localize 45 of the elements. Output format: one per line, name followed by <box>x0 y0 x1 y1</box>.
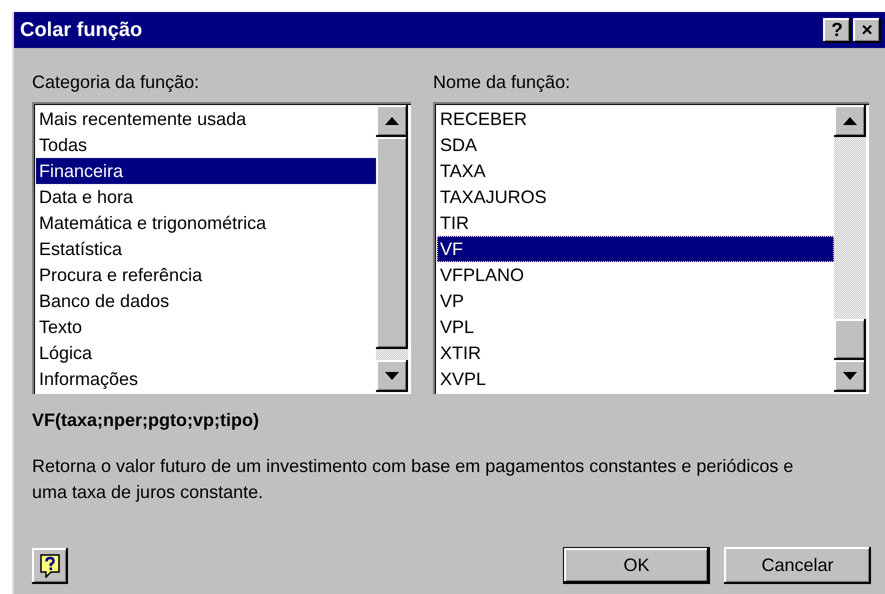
scrollbar[interactable] <box>834 105 866 392</box>
list-label: Nome da função: <box>433 72 572 93</box>
help-balloon-icon <box>39 554 61 578</box>
close-button[interactable]: × <box>853 18 881 42</box>
scrollbar[interactable] <box>376 105 408 392</box>
list-item[interactable]: RECEBER <box>437 106 834 132</box>
list-item[interactable]: Banco de dados <box>36 288 376 314</box>
list-item[interactable]: VF <box>437 236 834 262</box>
scroll-thumb[interactable] <box>834 319 866 360</box>
list-item[interactable]: VP <box>437 288 834 314</box>
list-item[interactable]: Todas <box>36 132 376 158</box>
function-description: Retorna o valor futuro de um investimento com base em pagamentos constantes e periódicos e uma taxa de juros constante. <box>32 455 794 504</box>
scroll-thumb[interactable] <box>376 137 408 349</box>
scroll-up-button[interactable] <box>376 105 408 137</box>
list-item[interactable]: XVPL <box>437 366 834 392</box>
list-item[interactable]: Texto <box>36 314 376 340</box>
list-item[interactable]: XTIR <box>437 340 834 366</box>
list-item[interactable]: Lógica <box>36 340 376 366</box>
list-item[interactable]: VPL <box>437 314 834 340</box>
scroll-down-button[interactable] <box>376 360 408 392</box>
list-item[interactable]: TIR <box>437 210 834 236</box>
list-item[interactable]: Financeira <box>36 158 376 184</box>
window-title: Colar função <box>20 18 142 42</box>
cancel-button[interactable]: Cancelar <box>724 547 871 584</box>
list-label: Categoria da função: <box>32 72 200 93</box>
list-item[interactable]: Data e hora <box>36 184 376 210</box>
scroll-up-button[interactable] <box>834 105 866 137</box>
list-item[interactable]: Estatística <box>36 236 376 262</box>
up-arrow-icon <box>385 117 399 125</box>
list-item[interactable]: VFPLANO <box>437 262 834 288</box>
help-button[interactable]: ? <box>823 18 851 42</box>
function-signature: VF(taxa;nper;pgto;vp;tipo) <box>32 410 260 431</box>
list-item[interactable]: Mais recentemente usada <box>36 106 376 132</box>
list-item[interactable]: Procura e referência <box>36 262 376 288</box>
list-item[interactable]: TAXA <box>437 158 834 184</box>
list-item[interactable]: SDA <box>437 132 834 158</box>
up-arrow-icon <box>843 116 857 125</box>
list-item[interactable]: Matemática e trigonométrica <box>36 210 376 236</box>
list-item[interactable]: Informações <box>36 366 376 392</box>
scroll-down-button[interactable] <box>834 360 866 392</box>
down-arrow-icon <box>385 372 399 380</box>
help-button[interactable] <box>32 548 68 584</box>
list-item[interactable]: TAXAJUROS <box>437 184 834 210</box>
down-arrow-icon <box>843 372 857 380</box>
ok-button[interactable]: OK <box>563 547 710 584</box>
